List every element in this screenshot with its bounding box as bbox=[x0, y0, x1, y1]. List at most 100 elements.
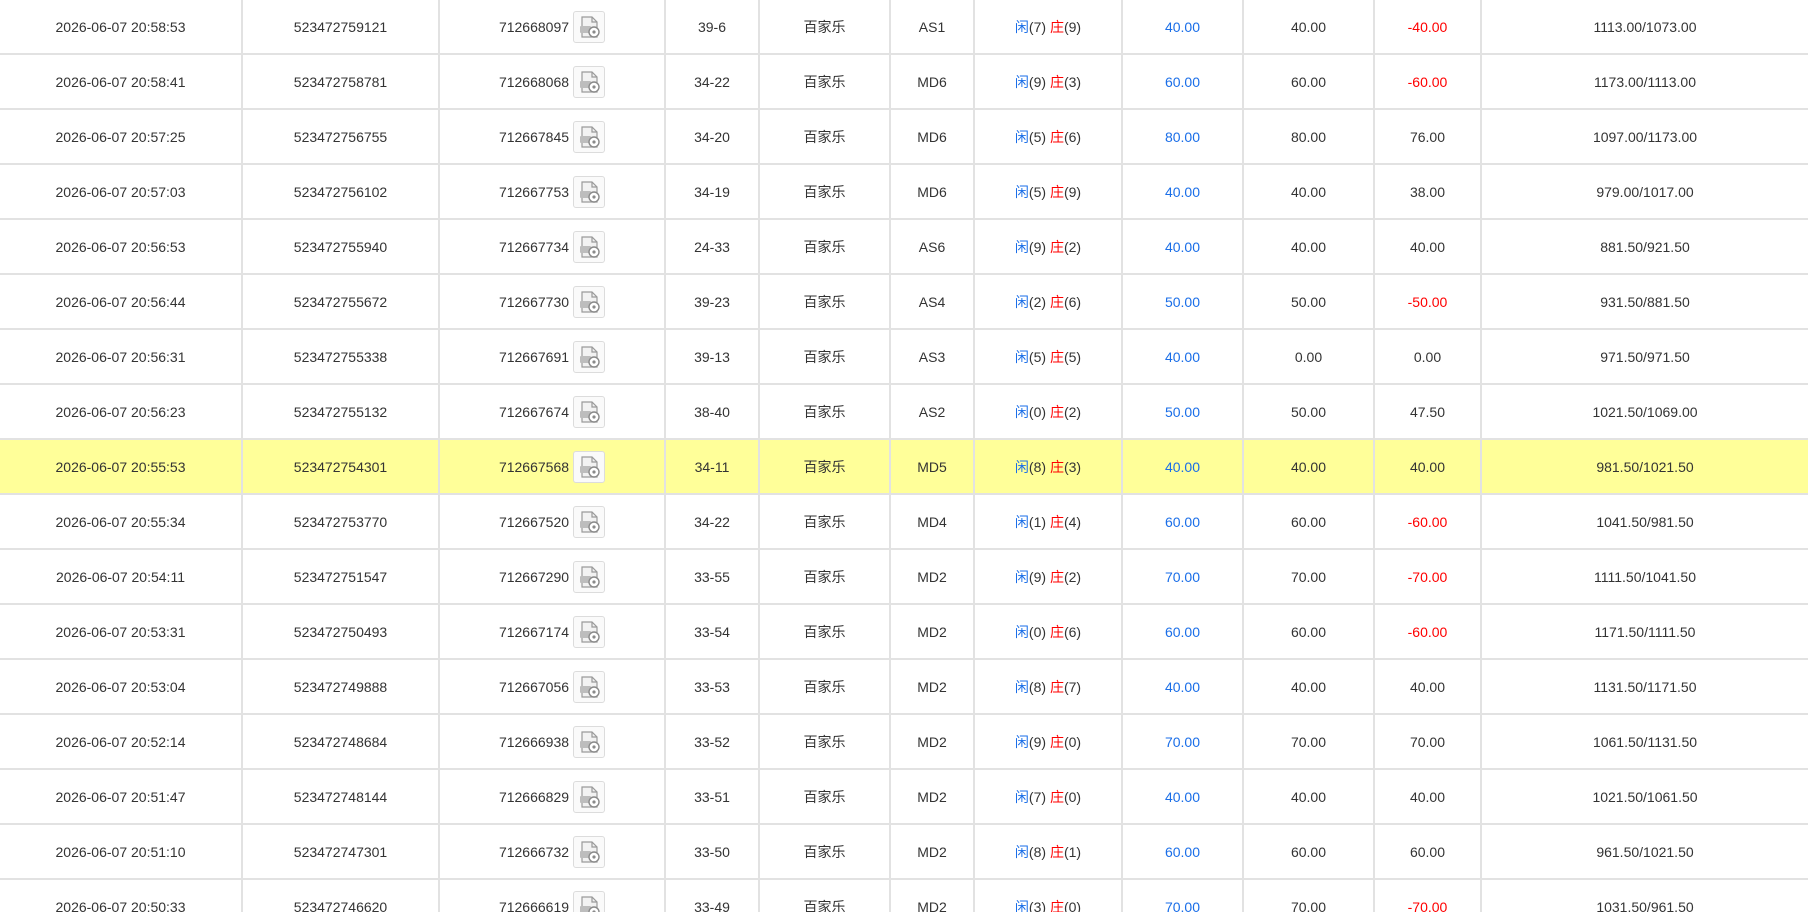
valid-bet: 40.00 bbox=[1243, 0, 1375, 55]
bet-detail-icon[interactable] bbox=[573, 10, 606, 43]
bet-detail-icon[interactable] bbox=[573, 615, 606, 648]
game-result: 闲(5) 庄(6) bbox=[974, 109, 1123, 165]
bet-detail-icon[interactable] bbox=[573, 835, 606, 868]
bet-time: 2026-06-07 20:56:44 bbox=[0, 274, 243, 330]
win-loss: 40.00 bbox=[1374, 659, 1482, 715]
win-loss: 47.50 bbox=[1374, 384, 1482, 440]
balance-change: 1021.50/1069.00 bbox=[1481, 384, 1808, 440]
shoe-hand: 39-6 bbox=[665, 0, 760, 55]
bet-detail-icon[interactable] bbox=[573, 230, 606, 263]
bet-time: 2026-06-07 20:57:03 bbox=[0, 164, 243, 220]
shoe-hand: 34-22 bbox=[665, 494, 760, 550]
bet-time: 2026-06-07 20:53:31 bbox=[0, 604, 243, 660]
win-loss: 0.00 bbox=[1374, 329, 1482, 385]
valid-bet: 40.00 bbox=[1243, 219, 1375, 275]
table-code: AS1 bbox=[890, 0, 975, 55]
bet-id: 523472753770 bbox=[242, 494, 440, 550]
player-label: 闲 bbox=[1014, 623, 1029, 640]
win-loss: 76.00 bbox=[1374, 109, 1482, 165]
banker-points: (0) bbox=[1063, 788, 1082, 805]
round-cell: 712667730 bbox=[439, 274, 666, 330]
table-code: MD2 bbox=[890, 824, 975, 880]
player-points: (0) bbox=[1028, 623, 1047, 640]
round-cell: 712666829 bbox=[439, 769, 666, 825]
player-points: (5) bbox=[1028, 348, 1047, 365]
banker-points: (2) bbox=[1063, 403, 1082, 420]
table-code: MD2 bbox=[890, 714, 975, 770]
game-name: 百家乐 bbox=[759, 164, 891, 220]
table-row: 2026-06-07 20:51:10 523472747301 712666732… bbox=[0, 824, 1808, 880]
round-cell: 712667753 bbox=[439, 164, 666, 220]
bet-detail-icon[interactable] bbox=[573, 395, 606, 428]
banker-label: 庄 bbox=[1049, 843, 1064, 860]
round-id: 712667568 bbox=[498, 458, 570, 475]
round-id: 712667734 bbox=[498, 238, 570, 255]
table-row: 2026-06-07 20:53:31 523472750493 712667174… bbox=[0, 604, 1808, 660]
bet-detail-icon[interactable] bbox=[573, 450, 606, 483]
valid-bet: 70.00 bbox=[1243, 714, 1375, 770]
shoe-hand: 24-33 bbox=[665, 219, 760, 275]
bet-detail-icon[interactable] bbox=[573, 505, 606, 538]
win-loss: 60.00 bbox=[1374, 824, 1482, 880]
bet-time: 2026-06-07 20:50:33 bbox=[0, 879, 243, 912]
bet-amount: 50.00 bbox=[1122, 384, 1244, 440]
bet-amount: 70.00 bbox=[1122, 549, 1244, 605]
bet-detail-icon[interactable] bbox=[573, 175, 606, 208]
bet-amount: 40.00 bbox=[1122, 219, 1244, 275]
shoe-hand: 33-55 bbox=[665, 549, 760, 605]
player-label: 闲 bbox=[1014, 238, 1029, 255]
game-name: 百家乐 bbox=[759, 219, 891, 275]
bet-id: 523472754301 bbox=[242, 439, 440, 495]
bet-detail-icon[interactable] bbox=[573, 670, 606, 703]
game-name: 百家乐 bbox=[759, 109, 891, 165]
game-result: 闲(9) 庄(2) bbox=[974, 219, 1123, 275]
banker-label: 庄 bbox=[1049, 73, 1064, 90]
player-label: 闲 bbox=[1014, 128, 1029, 145]
bet-detail-icon[interactable] bbox=[573, 560, 606, 593]
win-loss: 38.00 bbox=[1374, 164, 1482, 220]
round-id: 712666829 bbox=[498, 788, 570, 805]
round-id: 712668068 bbox=[498, 73, 570, 90]
game-name: 百家乐 bbox=[759, 0, 891, 55]
bet-detail-icon[interactable] bbox=[573, 65, 606, 98]
player-label: 闲 bbox=[1014, 843, 1029, 860]
bet-detail-icon[interactable] bbox=[573, 725, 606, 758]
banker-label: 庄 bbox=[1049, 568, 1064, 585]
bet-detail-icon[interactable] bbox=[573, 340, 606, 373]
player-points: (8) bbox=[1028, 843, 1047, 860]
banker-label: 庄 bbox=[1049, 623, 1064, 640]
game-name: 百家乐 bbox=[759, 439, 891, 495]
player-label: 闲 bbox=[1014, 73, 1029, 90]
banker-label: 庄 bbox=[1049, 238, 1064, 255]
win-loss: -50.00 bbox=[1374, 274, 1482, 330]
balance-change: 981.50/1021.50 bbox=[1481, 439, 1808, 495]
win-loss: -60.00 bbox=[1374, 54, 1482, 110]
banker-points: (9) bbox=[1063, 18, 1082, 35]
bet-detail-icon[interactable] bbox=[573, 285, 606, 318]
game-result: 闲(7) 庄(0) bbox=[974, 769, 1123, 825]
banker-points: (0) bbox=[1063, 733, 1082, 750]
player-points: (3) bbox=[1028, 898, 1047, 912]
banker-points: (6) bbox=[1063, 128, 1082, 145]
table-code: MD6 bbox=[890, 109, 975, 165]
shoe-hand: 39-23 bbox=[665, 274, 760, 330]
banker-points: (3) bbox=[1063, 458, 1082, 475]
balance-change: 1021.50/1061.50 bbox=[1481, 769, 1808, 825]
bet-detail-icon[interactable] bbox=[573, 890, 606, 912]
game-result: 闲(8) 庄(7) bbox=[974, 659, 1123, 715]
bet-amount: 70.00 bbox=[1122, 879, 1244, 912]
table-body: 2026-06-07 20:58:53 523472759121 712668097… bbox=[0, 0, 1808, 912]
banker-points: (3) bbox=[1063, 73, 1082, 90]
banker-points: (2) bbox=[1063, 568, 1082, 585]
player-points: (7) bbox=[1028, 788, 1047, 805]
bet-detail-icon[interactable] bbox=[573, 780, 606, 813]
bet-time: 2026-06-07 20:53:04 bbox=[0, 659, 243, 715]
round-id: 712666938 bbox=[498, 733, 570, 750]
bet-time: 2026-06-07 20:56:53 bbox=[0, 219, 243, 275]
table-code: MD2 bbox=[890, 604, 975, 660]
bet-detail-icon[interactable] bbox=[573, 120, 606, 153]
round-cell: 712666732 bbox=[439, 824, 666, 880]
game-result: 闲(1) 庄(4) bbox=[974, 494, 1123, 550]
game-result: 闲(9) 庄(3) bbox=[974, 54, 1123, 110]
shoe-hand: 34-20 bbox=[665, 109, 760, 165]
